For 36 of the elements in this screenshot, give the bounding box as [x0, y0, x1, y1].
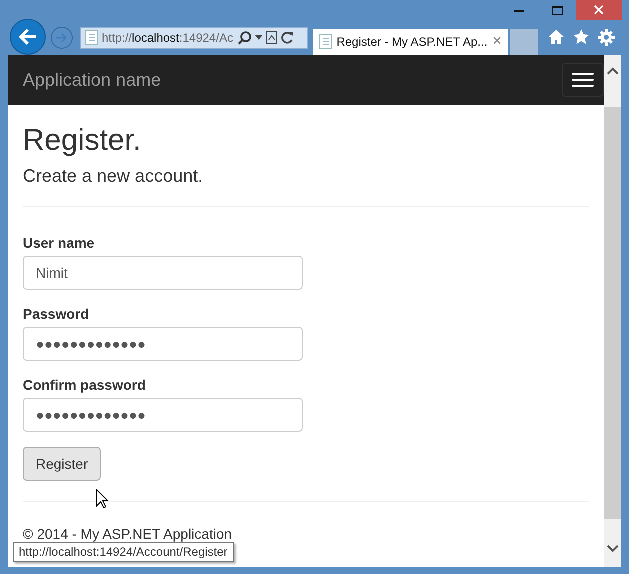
field-label: Confirm password	[23, 376, 146, 394]
star-icon[interactable]	[573, 29, 590, 45]
search-icon[interactable]	[238, 30, 252, 44]
scrollbar[interactable]	[604, 55, 621, 567]
back-button[interactable]	[10, 18, 46, 54]
input-field[interactable]: ●●●●●●●●●●●●●	[23, 398, 303, 432]
minimize-icon[interactable]	[514, 8, 524, 12]
input-field[interactable]: ●●●●●●●●●●●●●	[23, 327, 303, 361]
settings-icon[interactable]	[598, 29, 615, 46]
tab-close-button[interactable]: ×	[492, 33, 502, 51]
refresh-icon[interactable]	[281, 31, 294, 44]
field-label: User name	[23, 234, 95, 252]
page-title: Register.	[23, 123, 142, 159]
scroll-down-icon[interactable]	[606, 545, 618, 553]
field-label: Password	[23, 305, 90, 323]
page-icon	[85, 30, 99, 46]
register-button[interactable]: Register	[23, 447, 102, 481]
back-arrow-icon	[18, 28, 38, 46]
address-field[interactable]: http://localhost:14924/Ac	[80, 26, 308, 48]
status-tooltip: http://localhost:14924/Account/Register	[13, 542, 234, 562]
scroll-up-icon[interactable]	[606, 67, 618, 75]
page-subtitle: Create a new account.	[23, 165, 204, 187]
home-icon[interactable]	[548, 29, 565, 45]
mouse-cursor-icon	[96, 489, 109, 509]
maximize-icon[interactable]	[552, 6, 562, 14]
footer-text: © 2014 - My ASP.NET Application	[23, 526, 232, 542]
close-button[interactable]	[576, 0, 622, 20]
menu-button[interactable]	[562, 63, 604, 97]
forward-arrow-icon	[56, 32, 68, 42]
close-icon	[594, 5, 604, 15]
brand-link[interactable]: Application name	[23, 70, 162, 90]
input-field[interactable]: Nimit	[23, 256, 303, 290]
browser-tab[interactable]: Register - My ASP.NET Ap... ×	[313, 29, 508, 55]
dropdown-caret-icon[interactable]	[255, 35, 263, 40]
compatibility-icon[interactable]	[266, 30, 278, 44]
page-icon	[319, 34, 332, 50]
